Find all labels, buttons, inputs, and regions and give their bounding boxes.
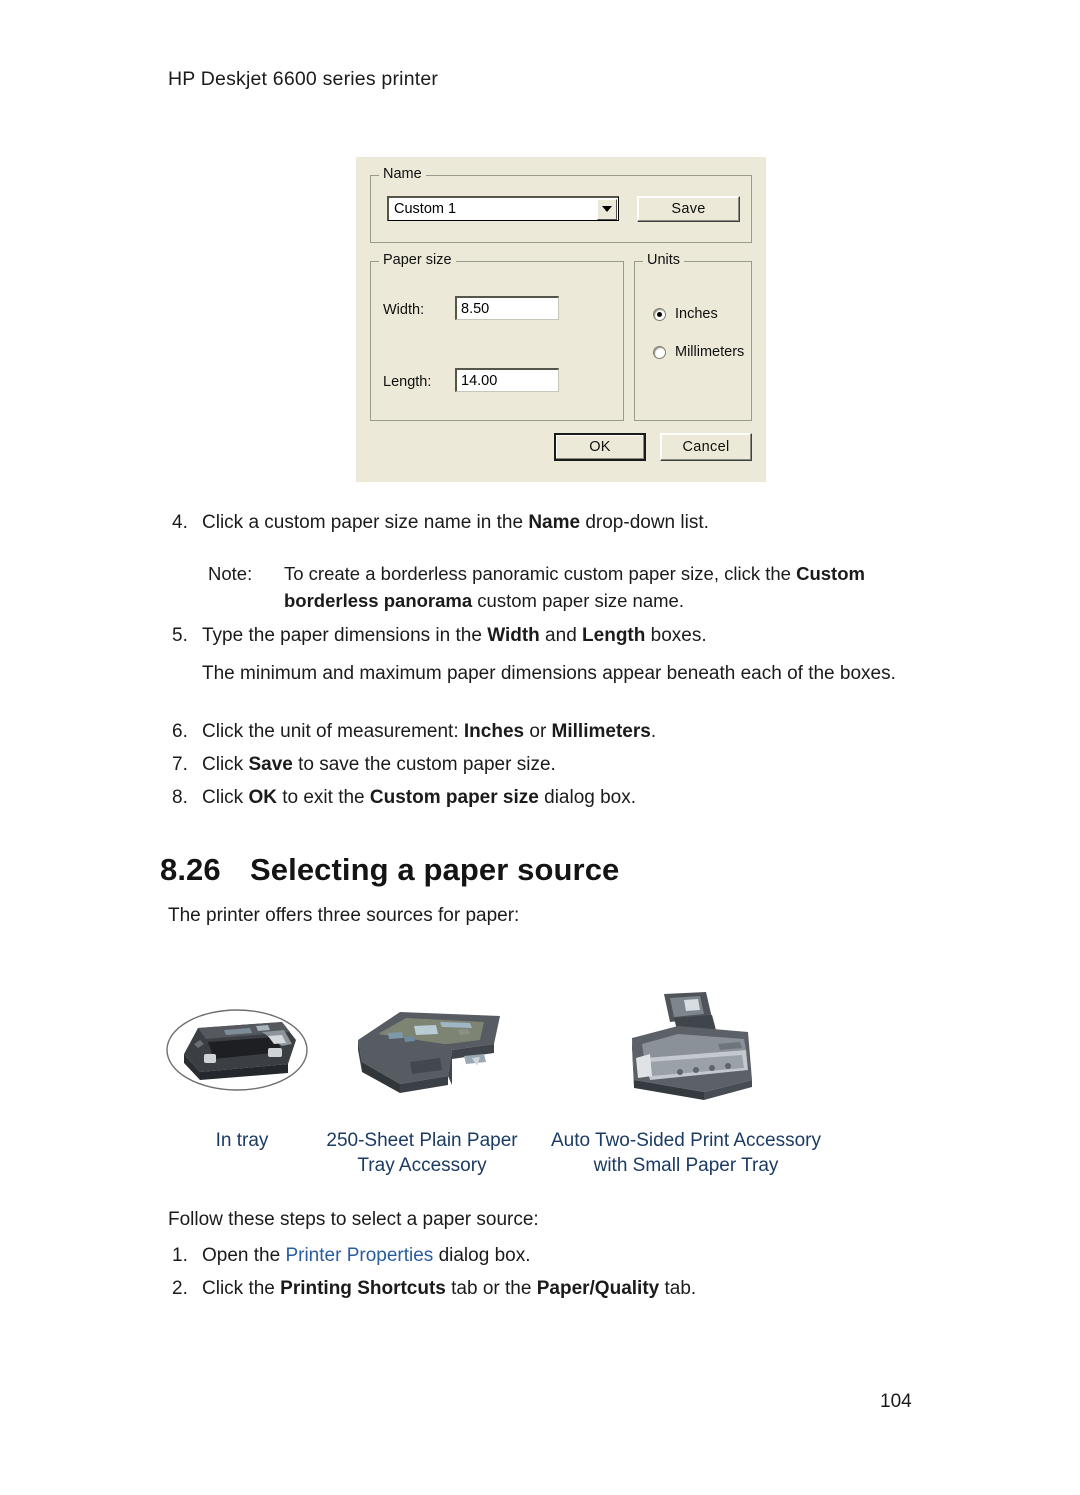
figure-caption-250-sheet-tray-line2: Tray Accessory bbox=[357, 1155, 487, 1176]
note-text: To create a borderless panoramic custom … bbox=[284, 563, 865, 611]
figure-caption-250-sheet-tray-line1: 250-Sheet Plain Paper bbox=[326, 1130, 518, 1151]
units-radio-millimeters-label: Millimeters bbox=[675, 344, 745, 360]
section-title: Selecting a paper source bbox=[250, 852, 620, 887]
section-intro: The printer offers three sources for pap… bbox=[168, 905, 520, 926]
paper-source-step-2-text: Click the Printing Shortcuts tab or the … bbox=[202, 1278, 697, 1299]
step-5-text: Type the paper dimensions in the Width a… bbox=[202, 625, 707, 646]
running-head: HP Deskjet 6600 series printer bbox=[168, 68, 439, 90]
custom-paper-size-dialog: Name Custom 1 Save Paper size Width: 8.5… bbox=[356, 157, 766, 482]
units-radio-inches[interactable]: Inches bbox=[653, 306, 718, 322]
step-8-number: 8. bbox=[172, 787, 188, 808]
step-6: 6. Click the unit of measurement: Inches… bbox=[172, 719, 932, 745]
printer-properties-link[interactable]: Printer Properties bbox=[285, 1245, 433, 1266]
figure-caption-250-sheet-tray: 250-Sheet Plain Paper Tray Accessory bbox=[316, 1128, 528, 1178]
paper-source-step-1-number: 1. bbox=[172, 1245, 188, 1266]
radio-unselected-icon bbox=[653, 345, 666, 359]
figure-caption-auto-two-sided-line2: with Small Paper Tray bbox=[593, 1155, 779, 1176]
section-number: 8.26 bbox=[160, 852, 221, 887]
cancel-button[interactable]: Cancel bbox=[660, 433, 752, 461]
page-title: 8.26 Selecting a paper source bbox=[160, 852, 619, 888]
step-5-explanation: The minimum and maximum paper dimensions… bbox=[202, 663, 896, 684]
step-4-text: Click a custom paper size name in the Na… bbox=[202, 512, 709, 533]
paper-size-name-value: Custom 1 bbox=[394, 201, 457, 217]
paper-source-step-1: 1. Open the Printer Properties dialog bo… bbox=[172, 1243, 932, 1269]
in-tray-illustration bbox=[164, 992, 314, 1102]
figure-caption-auto-two-sided: Auto Two-Sided Print Accessory with Smal… bbox=[532, 1128, 840, 1178]
step-7-text: Click Save to save the custom paper size… bbox=[202, 754, 556, 775]
step-4: 4. Click a custom paper size name in the… bbox=[172, 510, 932, 536]
step-5-number: 5. bbox=[172, 625, 188, 646]
note-block: Note: To create a borderless panoramic c… bbox=[208, 560, 932, 614]
length-input[interactable]: 14.00 bbox=[455, 368, 559, 392]
paper-size-name-combobox[interactable]: Custom 1 bbox=[387, 196, 619, 221]
paper-size-group: Paper size Width: 8.50 Length: 14.00 bbox=[370, 253, 624, 421]
paper-size-group-legend: Paper size bbox=[379, 253, 456, 268]
chevron-down-icon[interactable] bbox=[597, 198, 617, 220]
step-8: 8. Click OK to exit the Custom paper siz… bbox=[172, 785, 932, 811]
paper-source-step-2-number: 2. bbox=[172, 1278, 188, 1299]
units-group-legend: Units bbox=[643, 253, 685, 268]
name-group-legend: Name bbox=[379, 167, 426, 182]
step-8-text: Click OK to exit the Custom paper size d… bbox=[202, 787, 637, 808]
step-6-text: Click the unit of measurement: Inches or… bbox=[202, 721, 657, 742]
figure-caption-in-tray-line1: In tray bbox=[215, 1130, 269, 1151]
paper-source-step-2: 2. Click the Printing Shortcuts tab or t… bbox=[172, 1276, 932, 1302]
units-radio-inches-label: Inches bbox=[675, 306, 718, 322]
note-keyword: Note: bbox=[208, 563, 253, 584]
units-group: Units Inches Millimeters bbox=[634, 253, 752, 421]
radio-selected-icon bbox=[653, 307, 666, 321]
step-6-number: 6. bbox=[172, 721, 188, 742]
length-label: Length: bbox=[383, 374, 432, 390]
250-sheet-plain-paper-tray-accessory-illustration bbox=[344, 1000, 514, 1100]
step-5: 5. Type the paper dimensions in the Widt… bbox=[172, 623, 932, 649]
figure-caption-in-tray: In tray bbox=[190, 1128, 294, 1153]
page-number: 104 bbox=[880, 1391, 912, 1412]
width-input[interactable]: 8.50 bbox=[455, 296, 559, 320]
ok-button[interactable]: OK bbox=[554, 433, 646, 461]
step-7-number: 7. bbox=[172, 754, 188, 775]
figure-caption-auto-two-sided-line1: Auto Two-Sided Print Accessory bbox=[551, 1130, 821, 1151]
paper-source-step-1-text: Open the Printer Properties dialog box. bbox=[202, 1245, 531, 1266]
step-4-number: 4. bbox=[172, 512, 188, 533]
width-label: Width: bbox=[383, 302, 425, 318]
step-7: 7. Click Save to save the custom paper s… bbox=[172, 752, 932, 778]
units-radio-millimeters[interactable]: Millimeters bbox=[653, 344, 744, 360]
save-button[interactable]: Save bbox=[637, 196, 740, 222]
name-group: Name Custom 1 Save bbox=[370, 167, 752, 243]
paper-source-intro: Follow these steps to select a paper sou… bbox=[168, 1209, 539, 1230]
auto-two-sided-print-accessory-illustration bbox=[620, 988, 765, 1103]
